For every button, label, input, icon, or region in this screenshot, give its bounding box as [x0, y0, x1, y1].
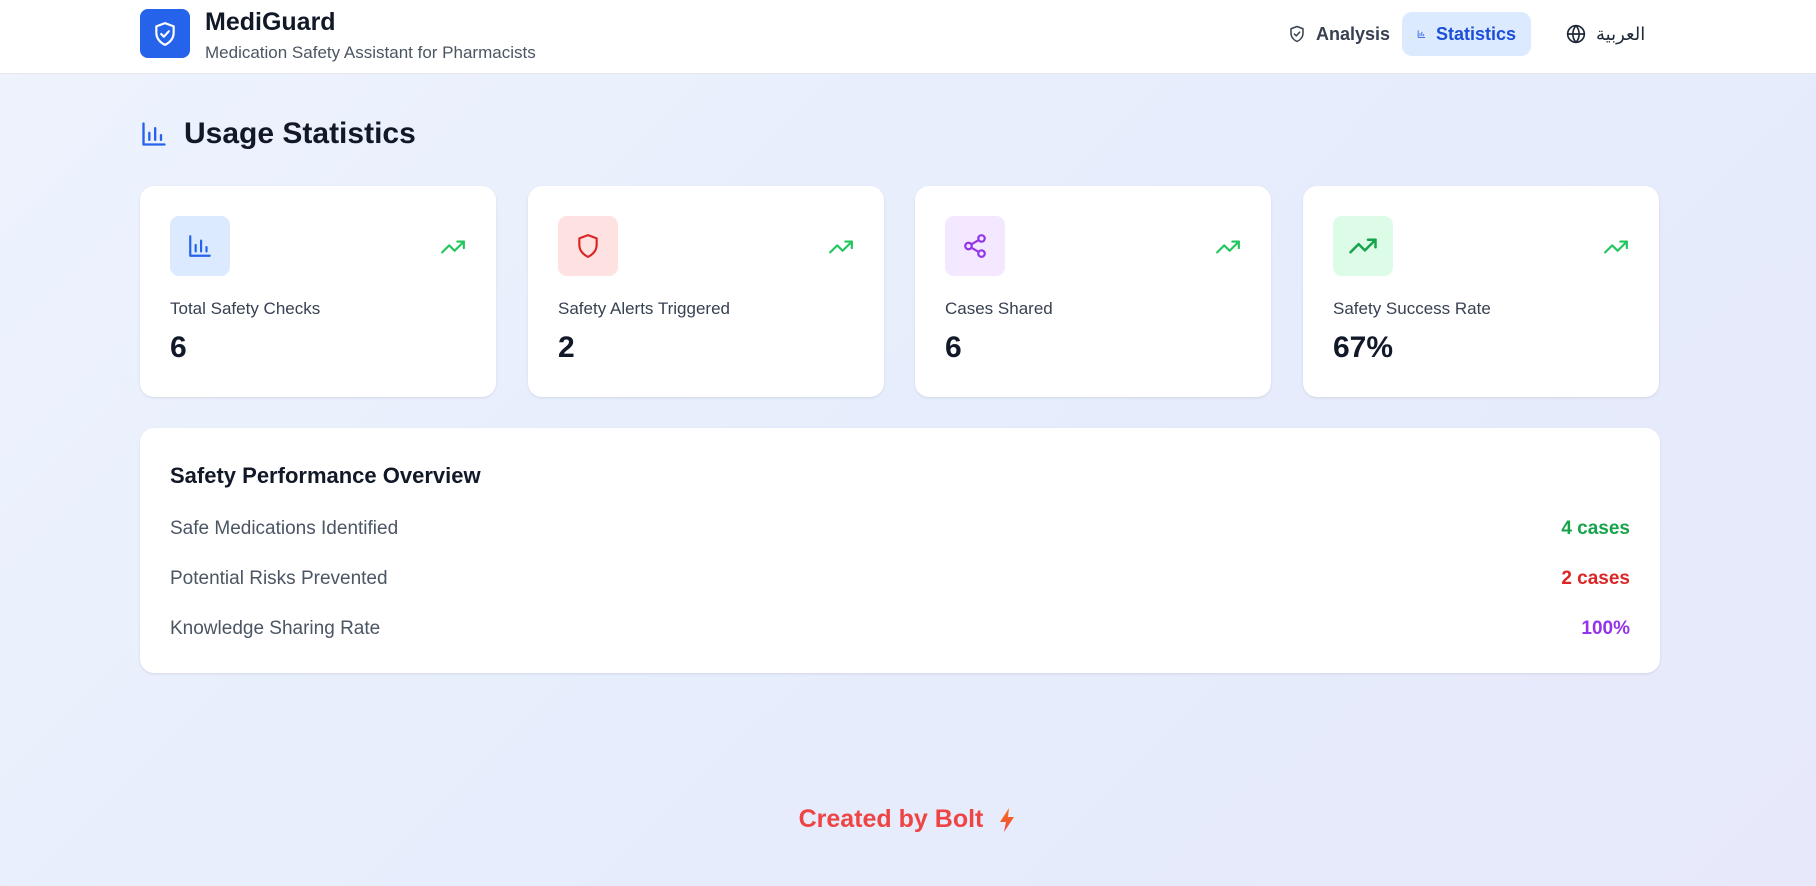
- overview-row-value: 100%: [1581, 618, 1630, 639]
- trending-up-icon: [1349, 238, 1377, 254]
- footer-credit[interactable]: Created by Bolt: [0, 805, 1816, 834]
- stat-card-label: Safety Success Rate: [1333, 299, 1491, 318]
- overview-title: Safety Performance Overview: [170, 463, 481, 488]
- stat-card-value: 6: [945, 331, 962, 364]
- nav-analysis-button[interactable]: Analysis: [1273, 12, 1405, 56]
- bar-chart-icon: [142, 122, 166, 146]
- overview-row-label: Safe Medications Identified: [170, 518, 399, 539]
- shield-icon: [578, 234, 598, 258]
- overview-row-safe-medications: Safe Medications Identified 4 cases: [170, 518, 1630, 540]
- overview-row-label: Knowledge Sharing Rate: [170, 618, 381, 639]
- overview-row-value: 2 cases: [1561, 568, 1630, 589]
- stat-card-icon-box: [558, 216, 618, 276]
- overview-row-label: Potential Risks Prevented: [170, 568, 388, 589]
- shield-check-icon: [1290, 25, 1304, 43]
- app-header: MediGuard Medication Safety Assistant fo…: [0, 0, 1816, 74]
- stat-card-value: 6: [170, 331, 187, 364]
- trending-up-icon: [441, 240, 465, 254]
- bar-chart-icon: [1417, 30, 1426, 38]
- trending-up-icon: [1604, 240, 1628, 254]
- stat-card-label: Total Safety Checks: [170, 299, 321, 318]
- page-heading: Usage Statistics: [140, 117, 416, 151]
- app-title: MediGuard: [205, 8, 336, 36]
- stat-card-label: Cases Shared: [945, 299, 1053, 318]
- share-icon: [964, 234, 986, 258]
- app-subtitle: Medication Safety Assistant for Pharmaci…: [205, 43, 536, 62]
- overview-row-sharing-rate: Knowledge Sharing Rate 100%: [170, 618, 1630, 640]
- trending-up-icon: [829, 240, 853, 254]
- language-toggle-button[interactable]: العربية: [1551, 12, 1660, 56]
- nav-statistics-label: Statistics: [1435, 23, 1516, 44]
- stat-card-success-rate: Safety Success Rate 67%: [1303, 186, 1659, 397]
- stat-card-icon-box: [170, 216, 230, 276]
- nav-statistics-button[interactable]: Statistics: [1402, 12, 1531, 56]
- lightning-bolt-icon: [1000, 807, 1015, 832]
- footer-text: Created by Bolt: [798, 805, 984, 833]
- globe-icon: [1566, 24, 1586, 44]
- stat-card-total-checks: Total Safety Checks 6: [140, 186, 496, 397]
- app-logo[interactable]: [140, 9, 190, 58]
- page-title: Usage Statistics: [184, 117, 416, 150]
- stat-card-value: 67%: [1333, 331, 1394, 364]
- overview-row-risks-prevented: Potential Risks Prevented 2 cases: [170, 568, 1630, 590]
- stat-card-alerts: Safety Alerts Triggered 2: [528, 186, 884, 397]
- overview-row-value: 4 cases: [1561, 518, 1630, 539]
- stat-card-value: 2: [558, 331, 575, 364]
- safety-overview-panel: Safety Performance Overview Safe Medicat…: [140, 428, 1660, 673]
- shield-check-icon: [155, 21, 175, 46]
- nav-analysis-label: Analysis: [1316, 23, 1391, 44]
- stat-card-label: Safety Alerts Triggered: [558, 299, 730, 318]
- language-label: العربية: [1596, 23, 1646, 44]
- stat-card-cases-shared: Cases Shared 6: [915, 186, 1271, 397]
- stat-card-icon-box: [945, 216, 1005, 276]
- stat-card-icon-box: [1333, 216, 1393, 276]
- trending-up-icon: [1216, 240, 1240, 254]
- bar-chart-icon: [189, 235, 211, 257]
